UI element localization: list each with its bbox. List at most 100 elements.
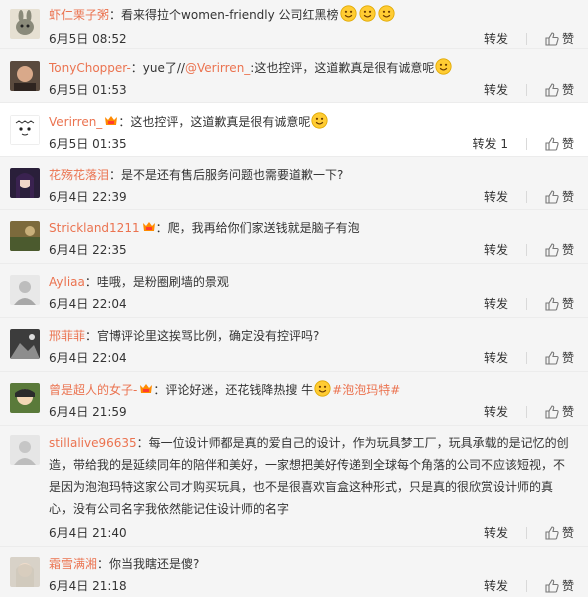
comment-text: 你当我瞎还是傻? [109, 557, 200, 571]
time-text: 22:35 [92, 243, 127, 257]
divider [525, 297, 527, 310]
username-link[interactable]: Strickland1211 [49, 221, 140, 235]
avatar[interactable] [10, 61, 40, 91]
date-text: 6月4日 [49, 405, 89, 419]
username-link[interactable]: 虾仁栗子粥 [49, 8, 109, 22]
repost-button[interactable]: 转发 [484, 30, 508, 47]
comment-content: stillalive96635：每一位设计师都是真的爱自己的设计，作为玩具梦工厂… [49, 432, 578, 520]
like-button[interactable]: 赞 [545, 30, 574, 47]
repost-button[interactable]: 转发 [484, 188, 508, 205]
divider [525, 243, 527, 256]
mention-link[interactable]: @Verirren_ [185, 61, 250, 75]
comment-line: 心，没有公司名字我依然能记住设计师的名字 [49, 498, 578, 520]
repost-label: 转发 [483, 243, 508, 257]
divider [525, 351, 527, 364]
comment-actions: 转发 赞 [484, 81, 574, 98]
like-button[interactable]: 赞 [545, 135, 574, 152]
comment-content: Verirren_ ：这也控评，这道歉真是很有诚意呢 [49, 111, 578, 133]
repost-button[interactable]: 转发 1 [473, 135, 508, 152]
date-text: 6月5日 [49, 32, 89, 46]
divider [525, 83, 527, 96]
username-link[interactable]: 曾是超人的女子- [49, 383, 137, 397]
thumb-up-icon [545, 526, 559, 540]
comment-actions: 转发 赞 [484, 403, 574, 420]
avatar[interactable] [10, 275, 40, 305]
comment-item: 霜雪满湘：你当我瞎还是傻? 6月4日 21:18 转发 赞 [0, 547, 588, 597]
avatar[interactable] [10, 557, 40, 587]
thumb-up-icon [545, 190, 559, 204]
like-label: 赞 [561, 405, 574, 419]
thumb-up-icon [545, 137, 559, 151]
comment-actions: 转发 赞 [484, 241, 574, 258]
repost-button[interactable]: 转发 [484, 524, 508, 541]
comment-actions: 转发 赞 [484, 349, 574, 366]
like-button[interactable]: 赞 [545, 403, 574, 420]
comment-item: Ayliaa：哇哦，是粉圈刷墙的景观 6月4日 22:04 转发 赞 [0, 264, 588, 318]
avatar[interactable] [10, 435, 40, 465]
repost-button[interactable]: 转发 [484, 295, 508, 312]
repost-label: 转发 [483, 579, 508, 593]
like-button[interactable]: 赞 [545, 241, 574, 258]
repost-button[interactable]: 转发 [484, 81, 508, 98]
hashtag-link[interactable]: #泡泡玛特# [332, 383, 400, 397]
comment-item: 邢菲菲：官博评论里这挨骂比例，确定没有控评吗? 6月4日 22:04 转发 赞 [0, 318, 588, 372]
time-text: 08:52 [92, 32, 127, 46]
avatar[interactable] [10, 329, 40, 359]
timestamp: 6月4日 21:40 [49, 524, 127, 541]
username-link[interactable]: 霜雪满湘 [49, 557, 97, 571]
separator: ： [118, 115, 131, 129]
thumb-up-icon [545, 243, 559, 257]
avatar[interactable] [10, 9, 40, 39]
username-link[interactable]: TonyChopper- [49, 61, 131, 75]
laugh-emoji-icon [378, 5, 395, 22]
comment-actions: 转发 1 赞 [473, 135, 574, 152]
repost-label: 转发 [483, 297, 508, 311]
time-text: 21:18 [92, 579, 127, 593]
like-label: 赞 [561, 297, 574, 311]
separator: ： [84, 275, 97, 289]
comment-text: 造，带给我的是延续同年的陪伴和美好，一家想把美好传递到全球每个角落的公司不应该短… [49, 458, 566, 472]
comment-line: stillalive96635：每一位设计师都是真的爱自己的设计，作为玩具梦工厂… [49, 432, 578, 454]
date-text: 6月4日 [49, 579, 89, 593]
vip-crown-icon [104, 115, 118, 127]
avatar[interactable] [10, 383, 40, 413]
like-label: 赞 [561, 243, 574, 257]
username-link[interactable]: 花殇花落泪 [49, 168, 109, 182]
comment-item: 虾仁栗子粥：看来得拉个women-friendly 公司红黑榜 6月5日 08:… [0, 0, 588, 49]
thumb-up-icon [545, 32, 559, 46]
date-text: 6月4日 [49, 243, 89, 257]
cow-emoji-icon [314, 380, 331, 397]
separator: ： [155, 221, 168, 235]
timestamp: 6月4日 22:35 [49, 241, 127, 258]
username-link[interactable]: 邢菲菲 [49, 329, 85, 343]
username-link[interactable]: stillalive96635 [49, 436, 137, 450]
repost-button[interactable]: 转发 [484, 403, 508, 420]
comment-actions: 转发 赞 [484, 295, 574, 312]
like-button[interactable]: 赞 [545, 349, 574, 366]
like-button[interactable]: 赞 [545, 295, 574, 312]
laugh-emoji-icon [340, 5, 357, 22]
like-label: 赞 [561, 351, 574, 365]
repost-button[interactable]: 转发 [484, 349, 508, 366]
comment-line: 是因为泡泡玛特这家公司才购买玩具，也不是很喜欢盲盒这种形式，只是真的很欣赏设计师… [49, 476, 578, 498]
avatar[interactable] [10, 115, 40, 145]
like-button[interactable]: 赞 [545, 524, 574, 541]
username-link[interactable]: Verirren_ [49, 115, 102, 129]
like-button[interactable]: 赞 [545, 188, 574, 205]
avatar[interactable] [10, 221, 40, 251]
avatar[interactable] [10, 168, 40, 198]
like-label: 赞 [561, 190, 574, 204]
comment-content: 虾仁栗子粥：看来得拉个women-friendly 公司红黑榜 [49, 4, 578, 26]
comment-line: 造，带给我的是延续同年的陪伴和美好，一家想把美好传递到全球每个角落的公司不应该短… [49, 454, 578, 476]
smile-emoji-icon [435, 58, 452, 75]
separator: ： [136, 436, 149, 450]
like-label: 赞 [561, 83, 574, 97]
date-text: 6月4日 [49, 526, 89, 540]
repost-button[interactable]: 转发 [484, 577, 508, 594]
comment-text: 每一位设计师都是真的爱自己的设计，作为玩具梦工厂，玩具承载的是记忆的创 [148, 436, 569, 450]
repost-button[interactable]: 转发 [484, 241, 508, 258]
comment-text: 这也控评，这道歉真是很有诚意呢 [130, 115, 311, 129]
like-button[interactable]: 赞 [545, 81, 574, 98]
username-link[interactable]: Ayliaa [49, 275, 85, 289]
like-button[interactable]: 赞 [545, 577, 574, 594]
